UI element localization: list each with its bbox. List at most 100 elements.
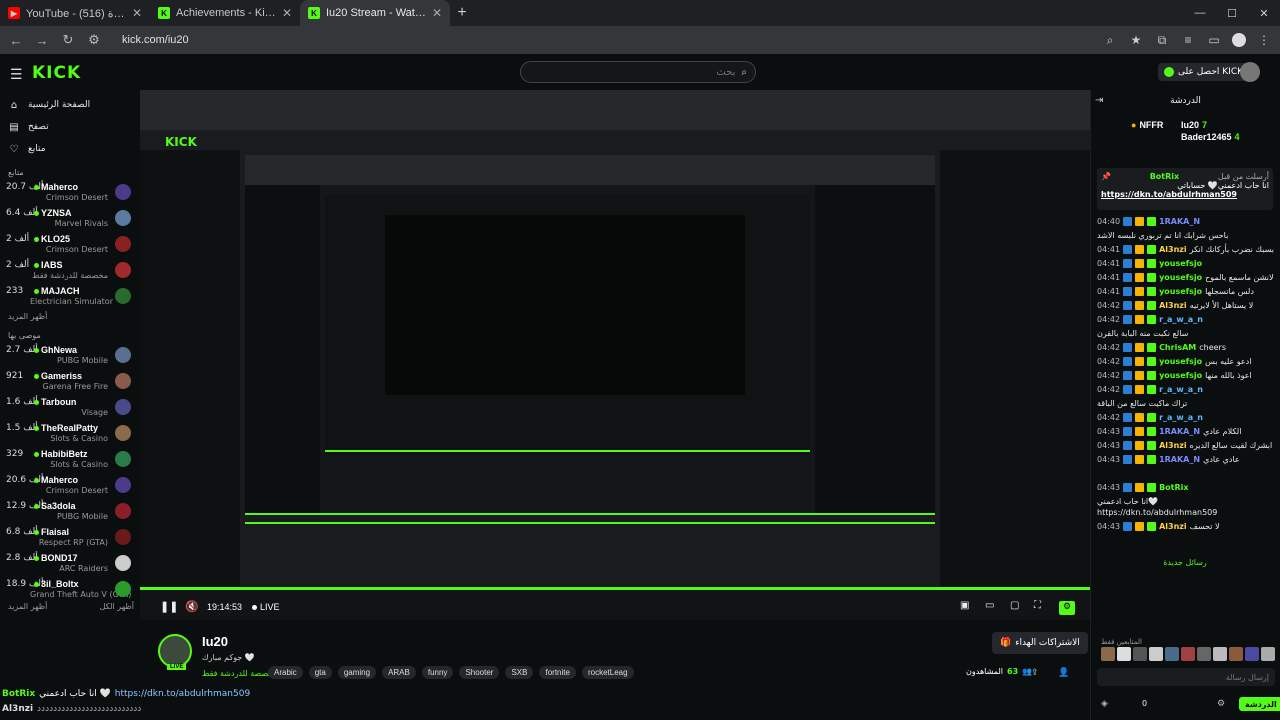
url-field[interactable]: kick.com/iu20 <box>112 34 1092 46</box>
stream-tag[interactable]: gaming <box>337 666 377 679</box>
message-user[interactable]: yousefsjo <box>1159 370 1202 381</box>
tab-close-icon[interactable]: ✕ <box>132 6 142 20</box>
emote-icon[interactable] <box>1197 647 1211 661</box>
pinned-message[interactable]: 📌 BotRix أرسلت من قبل انا حاب ادعمني🤍 حس… <box>1097 168 1273 210</box>
pip-icon[interactable]: ▢ <box>1010 600 1019 611</box>
channel-item[interactable]: 2 ألف KLO25 Crimson Desert <box>0 231 140 257</box>
message-user[interactable]: Al3nzi <box>1159 521 1187 532</box>
emote-icon[interactable] <box>1229 647 1243 661</box>
browser-tab[interactable]: K Iu20 Stream - Watch Live on Kick ✕ <box>300 0 450 26</box>
streamer-name[interactable]: Iu20 <box>202 634 228 649</box>
emote-icon[interactable] <box>1149 647 1163 661</box>
emote-icon[interactable] <box>1245 647 1259 661</box>
new-tab-button[interactable]: + <box>450 4 474 22</box>
tab-close-icon[interactable]: ✕ <box>432 6 442 20</box>
media-icon[interactable]: ≡ <box>1180 33 1196 47</box>
message-user[interactable]: 1RAKA_N <box>1159 216 1200 227</box>
clip-icon[interactable]: ▣ <box>960 600 969 611</box>
stream-tag[interactable]: SXB <box>505 666 534 679</box>
maximize-icon[interactable]: ☐ <box>1216 0 1248 26</box>
sidepanel-icon[interactable]: ▭ <box>1206 33 1222 47</box>
channel-item[interactable]: 2 ألف IABS مخصصة للدردشة فقط <box>0 257 140 283</box>
stream-tag[interactable]: fortnite <box>539 666 576 679</box>
browser-tab[interactable]: K Achievements - Kick Dashboard ✕ <box>150 0 300 26</box>
chat-message[interactable]: 04:41 yousefsjo دلس ماتسجلها <box>1097 286 1277 297</box>
theater-icon[interactable]: ▭ <box>985 600 994 611</box>
message-user[interactable]: yousefsjo <box>1159 258 1202 269</box>
channel-item[interactable]: 18.9 ألف 3il_Boltx Grand Theft Auto V (G… <box>0 576 140 602</box>
channel-item[interactable]: 2.7 ألف GhNewa PUBG Mobile <box>0 342 140 368</box>
chat-message[interactable]: 04:42 r_a_w_a_n <box>1097 412 1277 423</box>
message-user[interactable]: 1RAKA_N <box>1159 426 1200 437</box>
chat-send-button[interactable]: الدردشة <box>1239 697 1280 711</box>
settings-gear-icon[interactable]: ⚙ <box>1059 601 1075 615</box>
reload-icon[interactable]: ↻ <box>60 32 76 48</box>
channel-item[interactable]: 20.6 ألف Maherco Crimson Desert <box>0 472 140 498</box>
points-icon[interactable]: ◈ <box>1101 699 1108 709</box>
message-user[interactable]: Al3nzi <box>1159 440 1187 451</box>
chat-message[interactable]: 04:42 yousefsjo ادعو عليه بس <box>1097 356 1277 367</box>
ticker-link[interactable]: https://dkn.to/abdulrhman509 <box>115 689 250 699</box>
channel-item[interactable]: 1.5 ألف TheRealPatty Slots & Casino <box>0 420 140 446</box>
chat-message[interactable]: 04:40 1RAKA_N باحس شرابك انا تم تربوري نلب… <box>1097 216 1277 241</box>
chat-message[interactable]: 04:43 Al3nzi ابشرك لقيت سالع الديره <box>1097 440 1277 451</box>
hamburger-menu-icon[interactable]: ☰ <box>10 66 23 83</box>
minimize-icon[interactable]: — <box>1184 0 1216 26</box>
message-user[interactable]: ChrisAM <box>1159 342 1196 353</box>
chat-message[interactable]: 04:43 1RAKA_N الكلام عادي <box>1097 426 1277 437</box>
close-window-icon[interactable]: ✕ <box>1248 0 1280 26</box>
channel-item[interactable]: 12.9 ألف Sa3dola PUBG Mobile <box>0 498 140 524</box>
stream-tag[interactable]: rocketLeag <box>581 666 634 679</box>
browser-tab[interactable]: ▶ YouTube - (516) سجل المشاهدة ✕ <box>0 0 150 26</box>
chat-message[interactable]: 04:41 yousefsjo لانشن ماسمع بالموح <box>1097 272 1277 283</box>
mute-icon[interactable]: 🔇 <box>185 600 199 613</box>
user-avatar[interactable] <box>1240 62 1260 82</box>
site-info-icon[interactable]: ⚙ <box>86 32 102 48</box>
chat-message[interactable]: 04:41 Al3nzi بسبك نضرب بأركانك انكر <box>1097 244 1277 255</box>
fullscreen-icon[interactable]: ⛶ <box>1034 600 1041 611</box>
chat-message[interactable]: 04:42 yousefsjo اعوذ بالله منها <box>1097 370 1277 381</box>
emote-icon[interactable] <box>1181 647 1195 661</box>
channel-item[interactable]: 6.8 ألف Flaisal Respect RP (GTA) <box>0 524 140 550</box>
channel-item[interactable]: 2.8 ألف BOND17 ARC Raiders <box>0 550 140 576</box>
channel-item[interactable]: 233 MAJACH Electrician Simulator <box>0 283 140 309</box>
chat-message[interactable]: 04:43 1RAKA_N عادي عادي <box>1097 454 1277 465</box>
emote-icon[interactable] <box>1101 647 1115 661</box>
chat-message[interactable]: 04:42 ChrisAM cheers <box>1097 342 1277 353</box>
stream-tag[interactable]: ARAB <box>382 666 416 679</box>
chat-message[interactable]: 04:41 yousefsjo <box>1097 258 1277 269</box>
chat-message[interactable]: 04:42 r_a_w_a_n سالع نكبت منه البابة بالقر… <box>1097 314 1277 339</box>
message-user[interactable]: r_a_w_a_n <box>1159 412 1203 423</box>
chat-input-box[interactable] <box>1097 668 1275 686</box>
video-player[interactable]: KICK <box>140 90 1090 620</box>
bookmark-star-icon[interactable]: ★ <box>1128 33 1144 47</box>
message-user[interactable]: r_a_w_a_n <box>1159 384 1203 395</box>
pinned-link[interactable]: https://dkn.to/abdulrhman509 <box>1101 190 1269 199</box>
stream-tag[interactable]: gta <box>308 666 332 679</box>
zoom-icon[interactable]: ⌕ <box>1102 33 1118 48</box>
message-user[interactable]: r_a_w_a_n <box>1159 314 1203 325</box>
message-user[interactable]: yousefsjo <box>1159 272 1202 283</box>
show-all-recommended[interactable]: أظهر الكل <box>100 602 134 616</box>
pin-icon[interactable]: 📌 <box>1101 172 1111 181</box>
stream-tag[interactable]: Shooter <box>459 666 500 679</box>
kick-logo[interactable]: KICK <box>32 63 81 83</box>
show-more-recommended[interactable]: أظهر المزيد <box>8 602 47 616</box>
back-icon[interactable]: ← <box>8 33 24 48</box>
streamer-avatar[interactable] <box>158 634 192 668</box>
emote-icon[interactable] <box>1117 647 1131 661</box>
chat-message[interactable]: 04:43 BotRix انا حاب ادعمني🤍 https://dkn.t… <box>1097 482 1277 518</box>
emote-icon[interactable] <box>1133 647 1147 661</box>
search-box[interactable]: ⌕ <box>520 61 756 83</box>
message-user[interactable]: 1RAKA_N <box>1159 454 1200 465</box>
message-user[interactable]: yousefsjo <box>1159 356 1202 367</box>
chat-message[interactable]: 04:42 Al3nzi لا يستاهل الأ لايرتيه <box>1097 300 1277 311</box>
chat-message[interactable]: 04:43 Al3nzi لا تحسف <box>1097 521 1277 532</box>
gift-subs-button[interactable]: 🎁 الاشتراكات الهداء <box>992 632 1088 654</box>
extensions-icon[interactable]: ⧉ <box>1154 33 1170 48</box>
browser-menu-icon[interactable]: ⋮ <box>1256 33 1272 47</box>
channel-item[interactable]: 6.4 ألف YZNSA Marvel Rivals <box>0 205 140 231</box>
nav-item[interactable]: ♡ متابع <box>0 138 140 160</box>
pause-icon[interactable]: ❚❚ <box>160 600 178 613</box>
nav-item[interactable]: ⌂ الصفحة الرئيسية <box>0 94 140 116</box>
